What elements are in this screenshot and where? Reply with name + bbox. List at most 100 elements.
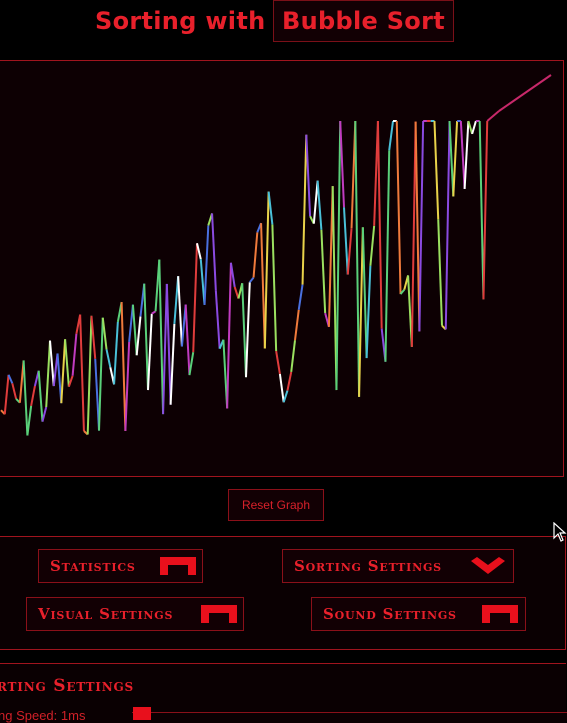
graph-segment <box>286 371 293 391</box>
graph-segment <box>414 121 421 332</box>
algorithm-select-button[interactable]: Bubble Sort <box>273 0 454 42</box>
graph-segment <box>339 120 345 208</box>
graph-segment <box>444 120 451 330</box>
graph-segment <box>395 120 402 295</box>
visual-settings-toggle[interactable]: Visual Settings <box>26 597 244 631</box>
graph-segment <box>245 282 251 378</box>
graph-segment <box>410 121 417 347</box>
collapse-icon <box>160 557 196 575</box>
mouse-cursor-icon <box>553 522 567 542</box>
graph-segment <box>343 207 349 275</box>
graph-segment <box>188 352 195 376</box>
graph-segment <box>290 340 296 373</box>
graph-segment <box>26 405 33 436</box>
sorting-settings-heading: rting Settings <box>0 676 134 696</box>
graph-segment <box>433 120 440 220</box>
graph-segment <box>11 383 18 400</box>
graph-segment <box>361 227 368 359</box>
graph-segment <box>105 349 112 368</box>
graph-segment <box>376 120 383 329</box>
graph-segment <box>418 120 425 332</box>
sound-settings-label: Sound Settings <box>323 605 457 623</box>
graph-segment <box>49 340 55 387</box>
graph-segment <box>305 134 312 217</box>
graph-segment <box>384 150 391 362</box>
collapse-icon <box>482 605 518 623</box>
sound-settings-toggle[interactable]: Sound Settings <box>311 597 526 631</box>
graph-segment <box>294 309 300 341</box>
graph-segment <box>165 283 172 405</box>
graph-segment <box>86 315 93 435</box>
graph-segment <box>184 304 191 376</box>
graph-segment <box>320 229 327 314</box>
graph-segment <box>158 259 165 415</box>
graph-segment <box>463 120 470 189</box>
graph-segment <box>113 321 119 385</box>
graph-segment <box>369 225 376 266</box>
graph-segment <box>459 120 466 189</box>
graph-segment <box>278 373 285 403</box>
graph-segment <box>71 333 78 376</box>
graph-segment <box>354 120 361 397</box>
sorting-speed-label: ng Speed: 1ms <box>0 708 86 723</box>
page-title: Sorting with <box>95 7 266 35</box>
graph-segment <box>252 232 259 278</box>
statistics-toggle[interactable]: Statistics <box>38 549 203 583</box>
collapse-icon <box>201 605 237 623</box>
graph-segment <box>37 370 44 422</box>
graph-segment <box>211 213 217 291</box>
graph-segment <box>365 265 372 359</box>
graph-segment <box>98 317 104 431</box>
graph-segment <box>263 191 270 349</box>
graph-segment <box>135 316 142 356</box>
graph-segment <box>312 180 319 224</box>
graph-segment <box>151 310 157 315</box>
reset-graph-button[interactable]: Reset Graph <box>228 489 324 521</box>
graph-segment <box>41 406 48 422</box>
graph-segment <box>177 276 183 347</box>
sorting-speed-slider-thumb[interactable] <box>133 707 151 720</box>
graph-segment <box>169 323 176 405</box>
graph-segment <box>60 339 67 404</box>
graph-segment <box>248 276 255 283</box>
graph-segment <box>162 283 168 415</box>
graph-segment <box>124 341 131 431</box>
graph-canvas <box>0 74 552 436</box>
graph-segment <box>203 225 210 305</box>
statistics-label: Statistics <box>50 557 136 575</box>
graph-segment <box>56 353 63 404</box>
graph-segment <box>241 283 247 378</box>
graph-segment <box>90 315 97 359</box>
graph-segment <box>147 313 153 391</box>
graph-segment <box>437 219 443 326</box>
header: Sorting with Bubble Sort <box>0 0 567 48</box>
graph-segment <box>131 304 138 356</box>
graph-segment <box>471 120 477 135</box>
graph-segment <box>282 390 289 403</box>
graph-segment <box>297 284 304 310</box>
graph-segment <box>22 360 29 436</box>
graph-segment <box>260 223 266 349</box>
graph-segment <box>358 227 364 397</box>
graph-segment <box>101 317 108 350</box>
sorting-settings-toggle[interactable]: Sorting Settings <box>282 549 514 583</box>
graph-segment <box>79 314 85 432</box>
graph-segment <box>452 120 459 197</box>
graph-segment <box>478 120 485 300</box>
sorting-graph <box>0 60 564 477</box>
graph-segment <box>120 302 127 431</box>
graph-segment <box>3 374 10 415</box>
graph-segment <box>388 120 394 151</box>
graph-segment <box>498 74 552 112</box>
graph-segment <box>316 180 323 230</box>
graph-segment <box>30 385 36 406</box>
graph-segment <box>301 134 308 285</box>
visual-settings-label: Visual Settings <box>38 605 174 623</box>
sorting-settings-label: Sorting Settings <box>294 557 442 575</box>
graph-segment <box>346 228 353 275</box>
graph-segment <box>482 120 489 300</box>
graph-segment <box>448 120 455 197</box>
graph-segment <box>275 350 281 375</box>
graph-segment <box>214 290 221 349</box>
graph-segment <box>226 262 232 409</box>
